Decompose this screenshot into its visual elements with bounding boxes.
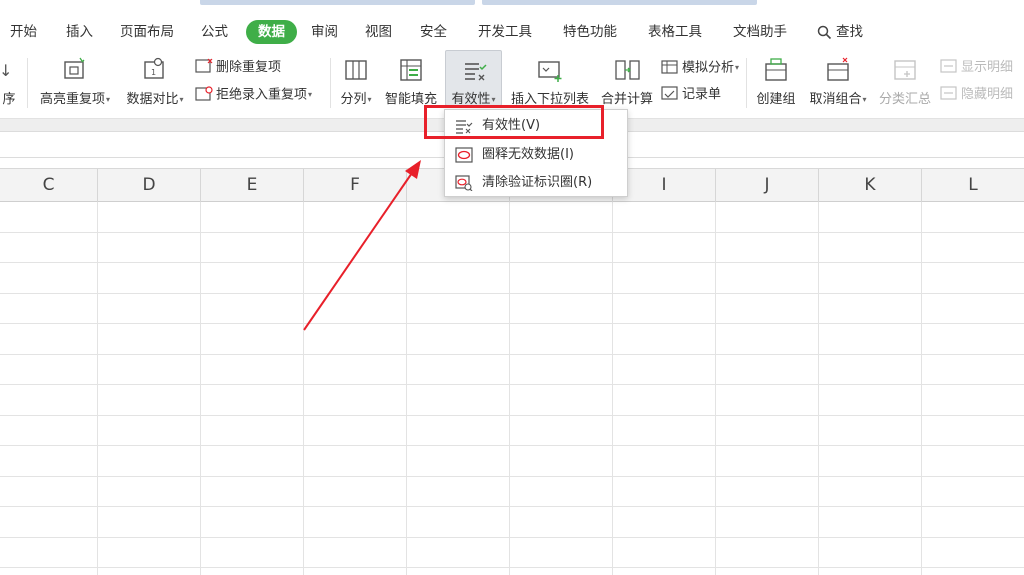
annotation-arrow <box>303 160 421 331</box>
